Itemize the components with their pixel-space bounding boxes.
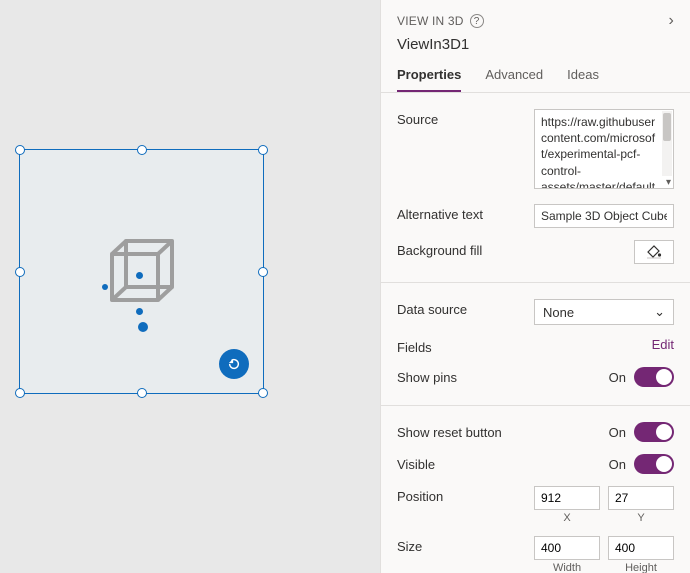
- reset-icon: [227, 357, 241, 371]
- control-name: ViewIn3D1: [397, 36, 674, 53]
- resize-handle[interactable]: [258, 267, 268, 277]
- pin-dot: [136, 308, 143, 315]
- alt-text-label: Alternative text: [397, 204, 517, 222]
- resize-handle[interactable]: [258, 145, 268, 155]
- bgfill-color-picker[interactable]: [634, 240, 674, 264]
- size-width-sublabel: Width: [534, 562, 600, 573]
- source-label: Source: [397, 109, 517, 127]
- scrollbar[interactable]: [662, 111, 672, 176]
- position-y-input[interactable]: [608, 486, 674, 510]
- view-in-3d-control[interactable]: [19, 149, 264, 394]
- resize-handle[interactable]: [15, 145, 25, 155]
- bgfill-label: Background fill: [397, 240, 517, 258]
- breadcrumb-label: VIEW IN 3D: [397, 14, 464, 28]
- visible-state: On: [609, 457, 626, 472]
- showreset-toggle[interactable]: [634, 422, 674, 442]
- datasource-select[interactable]: None ⌄: [534, 299, 674, 325]
- visible-toggle[interactable]: [634, 454, 674, 474]
- position-label: Position: [397, 486, 517, 504]
- showpins-label: Show pins: [397, 367, 517, 385]
- resize-handle[interactable]: [15, 388, 25, 398]
- reset-view-button[interactable]: [219, 349, 249, 379]
- alt-text-input[interactable]: [534, 204, 674, 228]
- showpins-state: On: [609, 370, 626, 385]
- fields-edit-link[interactable]: Edit: [652, 337, 674, 352]
- paint-bucket-icon: [646, 245, 662, 259]
- resize-handle[interactable]: [258, 388, 268, 398]
- pin-dot: [136, 272, 143, 279]
- resize-handle[interactable]: [15, 267, 25, 277]
- datasource-label: Data source: [397, 299, 517, 317]
- tab-advanced[interactable]: Advanced: [485, 67, 543, 92]
- size-width-input[interactable]: [534, 536, 600, 560]
- visible-label: Visible: [397, 454, 517, 472]
- help-icon[interactable]: ?: [470, 14, 484, 28]
- canvas-area: [0, 0, 380, 573]
- resize-handle[interactable]: [137, 388, 147, 398]
- pin-dot: [138, 322, 148, 332]
- showreset-label: Show reset button: [397, 422, 517, 440]
- source-input[interactable]: [534, 109, 674, 189]
- tab-properties[interactable]: Properties: [397, 67, 461, 92]
- fields-label: Fields: [397, 337, 517, 355]
- showreset-state: On: [609, 425, 626, 440]
- cube-3d-icon: [106, 236, 179, 309]
- datasource-value: None: [543, 305, 574, 320]
- size-height-input[interactable]: [608, 536, 674, 560]
- chevron-right-icon[interactable]: ›: [668, 12, 674, 30]
- showpins-toggle[interactable]: [634, 367, 674, 387]
- resize-handle[interactable]: [137, 145, 147, 155]
- position-x-input[interactable]: [534, 486, 600, 510]
- tab-ideas[interactable]: Ideas: [567, 67, 599, 92]
- position-y-sublabel: Y: [608, 512, 674, 524]
- breadcrumb: VIEW IN 3D ? ›: [397, 12, 674, 30]
- size-label: Size: [397, 536, 517, 554]
- pin-dot: [102, 284, 108, 290]
- property-panel: VIEW IN 3D ? › ViewIn3D1 Properties Adva…: [380, 0, 690, 573]
- position-x-sublabel: X: [534, 512, 600, 524]
- size-height-sublabel: Height: [608, 562, 674, 573]
- tab-bar: Properties Advanced Ideas: [397, 67, 674, 92]
- chevron-down-icon: ⌄: [654, 304, 665, 320]
